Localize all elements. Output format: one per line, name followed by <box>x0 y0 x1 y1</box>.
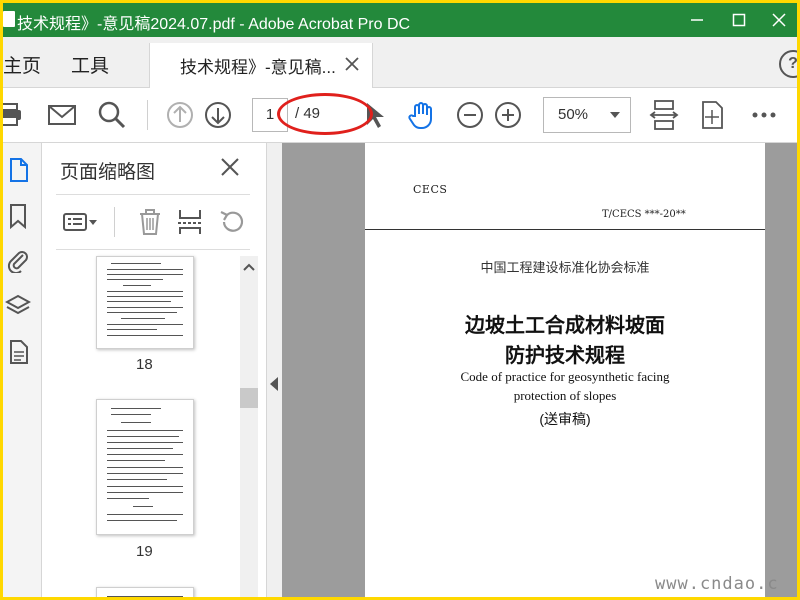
header-rule <box>365 229 765 230</box>
toolbar-divider <box>114 207 115 237</box>
scroll-up-icon[interactable] <box>240 260 258 274</box>
scroll-thumb[interactable] <box>240 388 258 408</box>
standard-org: CECS <box>413 183 448 196</box>
minimize-button[interactable] <box>677 3 717 37</box>
delete-icon[interactable] <box>136 208 164 236</box>
help-icon[interactable]: ? <box>779 50 797 78</box>
previous-page-icon[interactable] <box>165 100 195 130</box>
zoom-value: 50% <box>558 106 589 123</box>
main-toolbar: 1 / 49 50% <box>3 88 797 143</box>
standard-number: T/CECS ***-20** <box>602 209 686 220</box>
collapse-left-icon[interactable] <box>270 377 280 391</box>
chinese-title-line2: 防护技术规程 <box>505 345 625 367</box>
english-title-line2: protection of slopes <box>513 388 617 403</box>
thumbnail-page[interactable] <box>96 399 194 535</box>
zoom-in-icon[interactable] <box>493 100 523 130</box>
chinese-title-line1: 边坡土工合成材料坡面 <box>465 315 665 337</box>
thumbnail-page[interactable] <box>96 587 194 597</box>
tools-tab[interactable]: 工具 <box>71 51 109 78</box>
association-name: 中国工程建设标准化协会标准 <box>480 260 650 275</box>
draft-label: (送审稿) <box>539 411 591 427</box>
pdf-page: CECS T/CECS ***-20** 中国工程建设标准化协会标准 边坡土工合… <box>365 143 765 597</box>
hand-tool-icon[interactable] <box>407 100 437 130</box>
full-screen-icon[interactable] <box>697 100 727 130</box>
document-tab-label: 技术规程》-意见稿... <box>180 58 336 77</box>
thumbnail-options-icon[interactable] <box>62 208 100 236</box>
home-tab[interactable]: 主页 <box>3 51 41 78</box>
more-options-icon[interactable] <box>749 100 779 130</box>
panel-title: 页面缩略图 <box>60 162 156 183</box>
acrobat-window: 技术规程》-意见稿2024.07.pdf - Adobe Acrobat Pro… <box>3 3 797 597</box>
attachment-icon[interactable] <box>5 247 31 273</box>
chevron-down-icon <box>610 112 620 118</box>
title-bar: 技术规程》-意见稿2024.07.pdf - Adobe Acrobat Pro… <box>3 3 797 37</box>
thumbnail-page-number: 19 <box>136 543 153 560</box>
insert-page-icon[interactable] <box>176 208 204 236</box>
maximize-button[interactable] <box>719 3 759 37</box>
document-tab[interactable]: 技术规程》-意见稿... <box>149 43 373 88</box>
close-tab-icon[interactable] <box>344 56 360 72</box>
zoom-out-icon[interactable] <box>455 100 485 130</box>
bookmark-icon[interactable] <box>5 203 31 229</box>
thumbnails-toolbar <box>56 194 250 250</box>
thumbnail-page-number: 18 <box>136 356 153 373</box>
document-view[interactable]: CECS T/CECS ***-20** 中国工程建设标准化协会标准 边坡土工合… <box>282 143 797 597</box>
page-thumbnails-icon[interactable] <box>5 157 31 183</box>
maximize-icon <box>732 13 746 27</box>
annotation-ellipse <box>277 93 373 135</box>
minimize-icon <box>691 19 703 21</box>
email-icon[interactable] <box>47 100 77 130</box>
toolbar-divider <box>147 100 148 130</box>
thumbnails-panel: 页面缩略图 18 19 <box>42 143 266 597</box>
zoom-select[interactable]: 50% <box>543 97 631 133</box>
thumbnail-page[interactable] <box>96 256 194 349</box>
close-window-button[interactable] <box>759 3 797 37</box>
navigation-rail <box>3 143 42 597</box>
layers-icon[interactable] <box>5 293 31 319</box>
thumbnails-scrollbar[interactable] <box>240 256 258 597</box>
rotate-icon[interactable] <box>218 208 246 236</box>
watermark-text: www.cndao.c <box>655 574 779 594</box>
document-properties-icon[interactable] <box>5 339 31 365</box>
tab-bar: 主页 工具 技术规程》-意见稿... ? <box>3 37 797 88</box>
window-title: 技术规程》-意见稿2024.07.pdf - Adobe Acrobat Pro… <box>17 16 411 33</box>
search-icon[interactable] <box>97 100 127 130</box>
close-icon[interactable] <box>220 157 240 177</box>
pdf-file-icon <box>3 11 15 27</box>
close-icon <box>772 13 786 27</box>
panel-collapse-strip[interactable] <box>266 143 283 597</box>
next-page-icon[interactable] <box>203 100 233 130</box>
print-icon[interactable] <box>3 100 27 130</box>
english-title-line1: Code of practice for geosynthetic facing <box>460 369 670 384</box>
fit-width-icon[interactable] <box>649 100 679 130</box>
